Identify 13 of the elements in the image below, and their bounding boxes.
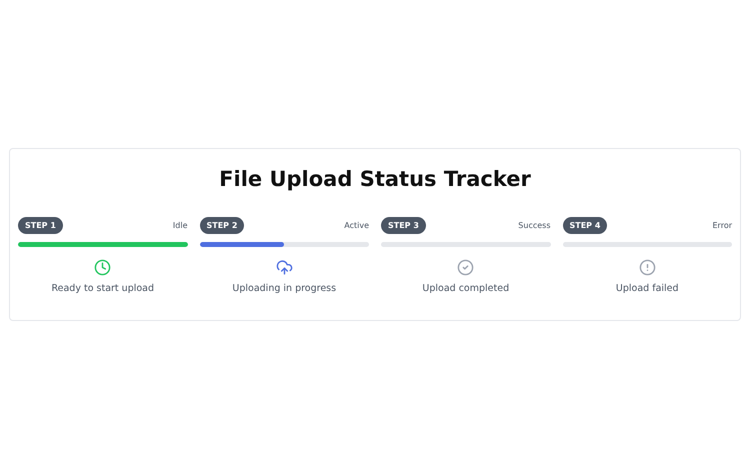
step-badge: STEP 2 (200, 217, 244, 234)
status-label: Success (518, 221, 550, 230)
step-message: Upload failed (614, 283, 680, 294)
status-label: Error (712, 221, 732, 230)
step-message: Ready to start upload (50, 283, 156, 294)
step-badge: STEP 3 (381, 217, 426, 234)
step-badge: STEP 4 (562, 217, 608, 234)
step-badge: STEP 1 (18, 217, 63, 234)
status-label: Active (344, 221, 369, 230)
step-message: Upload completed (421, 283, 510, 294)
status-label: Idle (172, 221, 188, 230)
step-message: Uploading in progress (231, 283, 338, 294)
page-title: File Upload Status Tracker (218, 167, 532, 191)
